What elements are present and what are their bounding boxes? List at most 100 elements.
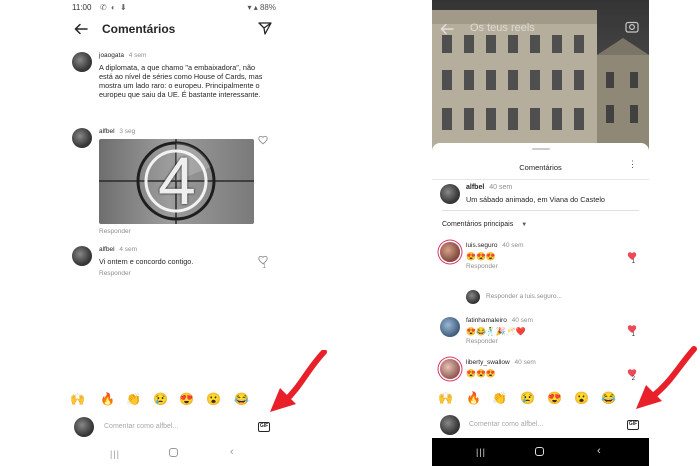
home-icon[interactable]	[169, 448, 178, 457]
back-arrow-icon[interactable]	[440, 22, 454, 40]
comment-time: 4 sem	[128, 52, 147, 59]
avatar[interactable]	[72, 246, 92, 266]
comment-username[interactable]: alfbel	[99, 128, 115, 135]
comment-text: 😍😂🕺🎉🥂❤️	[466, 327, 526, 336]
gif-button[interactable]: GIF	[627, 420, 639, 430]
comment-time: 40 sem	[502, 242, 524, 249]
signal-icon: ▾ ▴	[247, 3, 258, 12]
camera-icon[interactable]	[625, 20, 639, 38]
divider	[432, 179, 649, 180]
recent-apps-icon[interactable]: |||	[476, 447, 486, 457]
caption-text: Um sábado animado, em Viana do Castelo	[466, 195, 605, 204]
reel-photo: Os teus reels	[432, 0, 649, 150]
comment-username[interactable]: liberty_swallow	[466, 359, 510, 366]
comment-alfbel-gif: alfbel 3 seg 4 Responder	[72, 128, 272, 238]
page-title: Comentários	[102, 22, 176, 36]
comment-input-row: Comentar como alfbel... GIF	[64, 414, 284, 440]
comment-text: 😍😍😍	[466, 252, 496, 261]
caption-time: 40 sem	[489, 184, 513, 191]
own-avatar	[74, 417, 94, 437]
send-icon[interactable]	[258, 21, 272, 35]
comments-header: Comentários	[64, 14, 284, 44]
reel-caption: alfbel 40 sem Um sábado animado, em Vian…	[440, 184, 645, 210]
reply-placeholder[interactable]: Responder a luis.seguro...	[486, 293, 562, 300]
reply-link[interactable]: Responder	[466, 263, 626, 270]
comment-username[interactable]: fatinhamaleiro	[466, 317, 507, 324]
comment-time: 4 sem	[119, 246, 138, 253]
emoji-raising-hands[interactable]: 🙌	[70, 392, 85, 406]
comment-input-row: Comentar como alfbel... GIF	[432, 412, 649, 438]
notification-icons: ✆ ◐ ⬇	[100, 3, 128, 12]
recent-apps-icon[interactable]: |||	[110, 449, 120, 459]
countdown-gif[interactable]: 4	[99, 139, 254, 224]
comment-text: Vi ontem e concordo contigo.	[99, 257, 194, 266]
comment-alfbel-text: alfbel 4 sem Vi ontem e concordo contigo…	[72, 246, 272, 286]
gif-button[interactable]: GIF	[258, 422, 270, 432]
own-avatar	[440, 415, 460, 435]
comment-input[interactable]: Comentar como alfbel...	[104, 423, 178, 430]
emoji-crying[interactable]: 😢	[520, 391, 535, 405]
caption-username[interactable]: alfbel	[466, 184, 484, 191]
emoji-crying[interactable]: 😢	[153, 392, 168, 406]
avatar[interactable]	[72, 128, 92, 148]
emoji-reaction-bar: 🙌 🔥 👏 😢 😍 😮 😂	[432, 391, 649, 407]
emoji-laughing[interactable]: 😂	[234, 392, 249, 406]
reply-link[interactable]: Responder	[99, 228, 259, 235]
emoji-heart-eyes[interactable]: 😍	[547, 391, 562, 405]
emoji-fire[interactable]: 🔥	[466, 391, 481, 405]
left-phone-screen: 11:00 ✆ ◐ ⬇ ▾ ▴ 88% Comentários joaogata…	[64, 0, 284, 466]
emoji-heart-eyes[interactable]: 😍	[179, 392, 194, 406]
status-time: 11:00	[72, 3, 92, 12]
emoji-surprised[interactable]: 😮	[574, 391, 589, 405]
back-arrow-icon[interactable]	[74, 22, 88, 36]
emoji-raising-hands[interactable]: 🙌	[438, 391, 453, 405]
right-phone-screen: Os teus reels Comentários ⋮ alfbel 40 se…	[432, 0, 649, 466]
comment-liberty-swallow: liberty_swallow 40 sem 😍😍😍 2	[440, 359, 645, 389]
heart-icon[interactable]	[258, 252, 268, 265]
comment-time: 40 sem	[511, 317, 533, 324]
avatar[interactable]	[440, 317, 460, 337]
page-title: Os teus reels	[470, 22, 535, 34]
emoji-clap[interactable]: 👏	[126, 392, 141, 406]
avatar[interactable]	[440, 359, 460, 379]
red-arrow-annotation	[636, 346, 697, 409]
heart-filled-icon[interactable]	[627, 248, 637, 260]
countdown-number: 4	[158, 143, 196, 219]
filter-label: Comentários principais	[442, 221, 514, 228]
emoji-laughing[interactable]: 😂	[601, 391, 616, 405]
comment-time: 40 sem	[514, 359, 536, 366]
comment-text: 😍😍😍	[466, 369, 496, 378]
emoji-clap[interactable]: 👏	[492, 391, 507, 405]
reply-link[interactable]: Responder	[99, 270, 259, 277]
comment-username[interactable]: joaogata	[99, 52, 124, 59]
comment-username[interactable]: alfbel	[99, 246, 115, 253]
emoji-fire[interactable]: 🔥	[100, 392, 115, 406]
like-count: 1	[262, 263, 266, 270]
comment-username[interactable]: luis.seguro	[466, 242, 497, 249]
home-icon[interactable]	[535, 447, 544, 456]
avatar[interactable]	[440, 242, 460, 262]
heart-icon[interactable]	[258, 132, 268, 145]
nav-back-icon[interactable]: ‹	[230, 446, 234, 458]
sheet-drag-handle[interactable]	[532, 148, 550, 150]
sheet-title: Comentários	[519, 163, 562, 172]
reply-link[interactable]: Responder	[466, 338, 626, 345]
comment-filter-dropdown[interactable]: Comentários principais ▼	[442, 221, 527, 228]
emoji-reaction-bar: 🙌 🔥 👏 😢 😍 😮 😂	[64, 392, 284, 408]
avatar[interactable]	[72, 52, 92, 72]
status-bar: 11:00 ✆ ◐ ⬇ ▾ ▴ 88%	[64, 0, 284, 14]
comment-input[interactable]: Comentar como alfbel...	[469, 421, 543, 428]
more-options-icon[interactable]: ⋮	[628, 159, 637, 170]
heart-filled-icon[interactable]	[627, 321, 637, 333]
status-right: ▾ ▴ 88%	[247, 3, 276, 12]
chevron-down-icon: ▼	[521, 222, 528, 228]
avatar[interactable]	[440, 184, 460, 204]
emoji-surprised[interactable]: 😮	[206, 392, 221, 406]
own-avatar	[466, 290, 480, 304]
comment-text: A diplomata, a que chamo "a embaixadora"…	[99, 63, 263, 99]
battery-level: 88%	[259, 3, 276, 12]
nav-back-icon[interactable]: ‹	[597, 445, 601, 457]
divider	[442, 210, 639, 211]
like-count: 1	[631, 259, 635, 265]
reply-input-thread[interactable]: Responder a luis.seguro...	[466, 290, 636, 306]
